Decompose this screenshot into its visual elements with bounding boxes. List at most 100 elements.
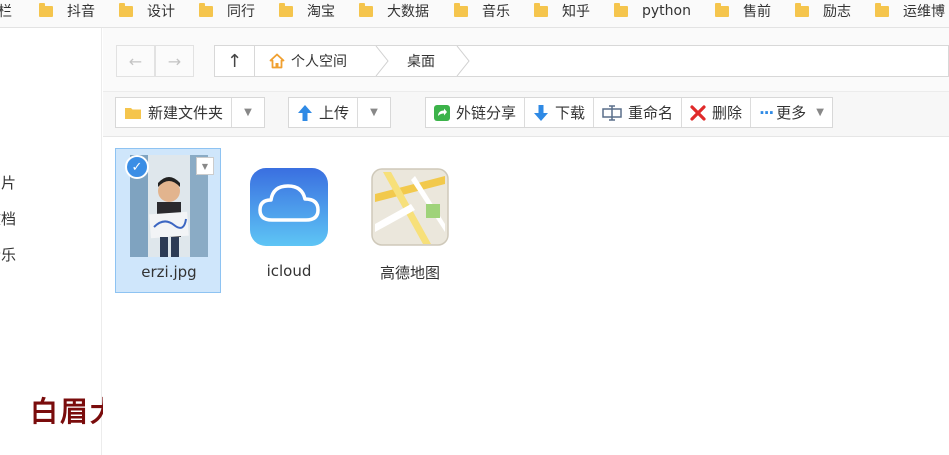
breadcrumb-separator-icon <box>375 46 389 76</box>
breadcrumb-label: 桌面 <box>407 54 435 70</box>
upload-dropdown[interactable]: ▼ <box>358 98 390 127</box>
bookmark-item[interactable]: 励志 <box>795 0 851 22</box>
map-icon <box>371 168 449 246</box>
file-browser: ← → ↑ 个人空间 桌面 新建文件夹 ▼ 上传 ▼ 外链分享 下载 重命名 删… <box>103 28 949 455</box>
share-label: 外链分享 <box>456 104 517 122</box>
download-label: 下载 <box>555 104 586 122</box>
caret-down-icon: ▼ <box>370 107 378 118</box>
bookmark-label: 同行 <box>227 4 255 20</box>
forward-button[interactable]: → <box>155 45 194 77</box>
upload-button[interactable]: 上传 <box>289 98 359 127</box>
bookmark-item[interactable]: 知乎 <box>534 0 590 22</box>
bookmark-label: 淘宝 <box>307 4 335 20</box>
rename-label: 重命名 <box>628 104 674 122</box>
folder-icon <box>795 2 809 17</box>
caret-down-icon: ▼ <box>816 107 824 118</box>
up-level-button[interactable]: ↑ <box>214 45 255 77</box>
file-item-erzi[interactable]: ✓ ▼ erzi.jpg <box>115 148 221 293</box>
sidebar-item-label: 图片 <box>0 174 17 192</box>
bookmark-label: 音乐 <box>482 4 510 20</box>
breadcrumb-item-personal-space[interactable]: 个人空间 <box>269 46 347 76</box>
breadcrumb-item-desktop[interactable]: 桌面 <box>407 46 435 76</box>
download-button[interactable]: 下载 <box>525 98 595 127</box>
share-link-button[interactable]: 外链分享 <box>426 98 526 127</box>
forward-arrow-icon: → <box>167 51 182 71</box>
navigation-bar: ← → ↑ 个人空间 桌面 <box>103 28 949 92</box>
bookmark-label: 栏 <box>0 1 12 21</box>
folder-icon <box>199 2 213 17</box>
more-dots-icon: ··· <box>759 103 774 122</box>
breadcrumb-separator-icon <box>456 46 470 76</box>
file-name: 高德地图 <box>379 264 440 282</box>
folder-icon <box>715 2 729 17</box>
bookmark-item[interactable]: 音乐 <box>454 0 510 22</box>
upload-arrow-icon <box>298 104 312 121</box>
folder-icon <box>279 2 293 17</box>
folder-icon <box>119 2 133 17</box>
file-menu-dropdown[interactable]: ▼ <box>196 157 214 175</box>
home-icon <box>269 53 285 69</box>
rename-icon <box>602 104 622 121</box>
new-folder-button[interactable]: 新建文件夹 <box>116 98 233 127</box>
new-folder-label: 新建文件夹 <box>148 104 224 122</box>
up-arrow-icon: ↑ <box>226 50 243 72</box>
bookmark-label: 设计 <box>147 4 175 20</box>
file-grid: ✓ ▼ erzi.jpg icloud 高德地图 <box>103 138 949 455</box>
bookmark-label: 大数据 <box>387 4 429 20</box>
bookmark-label: 运维博 <box>903 4 945 20</box>
file-name: erzi.jpg <box>141 263 197 281</box>
bookmark-label: python <box>642 3 691 19</box>
upload-label: 上传 <box>319 104 350 122</box>
checkmark-icon[interactable]: ✓ <box>125 155 149 179</box>
file-name: icloud <box>266 262 312 280</box>
caret-down-icon: ▼ <box>244 107 252 118</box>
folder-icon <box>125 107 141 119</box>
sidebar-item-documents[interactable]: 文档 <box>0 208 16 229</box>
delete-button[interactable]: 删除 <box>682 98 752 127</box>
more-button[interactable]: ··· 更多 ▼ <box>751 98 832 127</box>
folder-icon <box>534 2 548 17</box>
bookmark-label: 知乎 <box>562 4 590 20</box>
sidebar-item-music[interactable]: 音乐 <box>0 244 16 265</box>
bookmark-label: 售前 <box>743 4 771 20</box>
upload-group: 上传 ▼ <box>288 97 392 128</box>
file-actions-group: 外链分享 下载 重命名 删除 ··· 更多 ▼ <box>425 97 833 128</box>
bookmark-item[interactable]: 栏 <box>0 0 12 22</box>
toolbar: 新建文件夹 ▼ 上传 ▼ 外链分享 下载 重命名 删除 ··· 更多 ▼ <box>103 92 949 137</box>
sidebar-item-pictures[interactable]: 图片 <box>0 172 16 193</box>
bookmark-item[interactable]: 大数据 <box>359 0 429 22</box>
new-folder-dropdown[interactable]: ▼ <box>232 98 264 127</box>
bookmark-item[interactable]: 运维博 <box>875 0 945 22</box>
file-item-gaode-map[interactable]: 高德地图 <box>357 148 463 293</box>
delete-x-icon <box>690 104 706 121</box>
bookmark-label: 励志 <box>823 4 851 20</box>
folder-icon <box>875 2 889 17</box>
bookmark-item[interactable]: 淘宝 <box>279 0 335 22</box>
folder-icon <box>39 2 53 17</box>
breadcrumb: 个人空间 桌面 <box>255 45 949 77</box>
folder-icon <box>359 2 373 17</box>
download-arrow-icon <box>534 104 549 121</box>
sidebar-item-label: 音乐 <box>0 246 17 264</box>
more-label: 更多 <box>776 104 807 122</box>
icloud-icon <box>250 168 328 246</box>
bookmark-item[interactable]: python <box>614 0 691 22</box>
new-folder-group: 新建文件夹 ▼ <box>115 97 266 128</box>
sidebar-item-label: 文档 <box>0 210 17 228</box>
bookmark-item[interactable]: 售前 <box>715 0 771 22</box>
bookmarks-bar: 栏 抖音 设计 同行 淘宝 大数据 音乐 知乎 python 售前 励志 运维博 <box>0 0 949 28</box>
share-icon <box>434 104 450 121</box>
folder-icon <box>614 2 628 17</box>
rename-button[interactable]: 重命名 <box>594 98 683 127</box>
back-button[interactable]: ← <box>116 45 155 77</box>
caret-down-icon: ▼ <box>201 161 209 171</box>
file-item-icloud[interactable]: icloud <box>236 148 342 293</box>
breadcrumb-label: 个人空间 <box>291 54 347 70</box>
back-arrow-icon: ← <box>128 51 143 71</box>
bookmark-label: 抖音 <box>67 4 95 20</box>
delete-label: 删除 <box>712 104 743 122</box>
bookmark-item[interactable]: 设计 <box>119 0 175 22</box>
folder-icon <box>454 2 468 17</box>
bookmark-item[interactable]: 同行 <box>199 0 255 22</box>
bookmark-item[interactable]: 抖音 <box>39 0 95 22</box>
